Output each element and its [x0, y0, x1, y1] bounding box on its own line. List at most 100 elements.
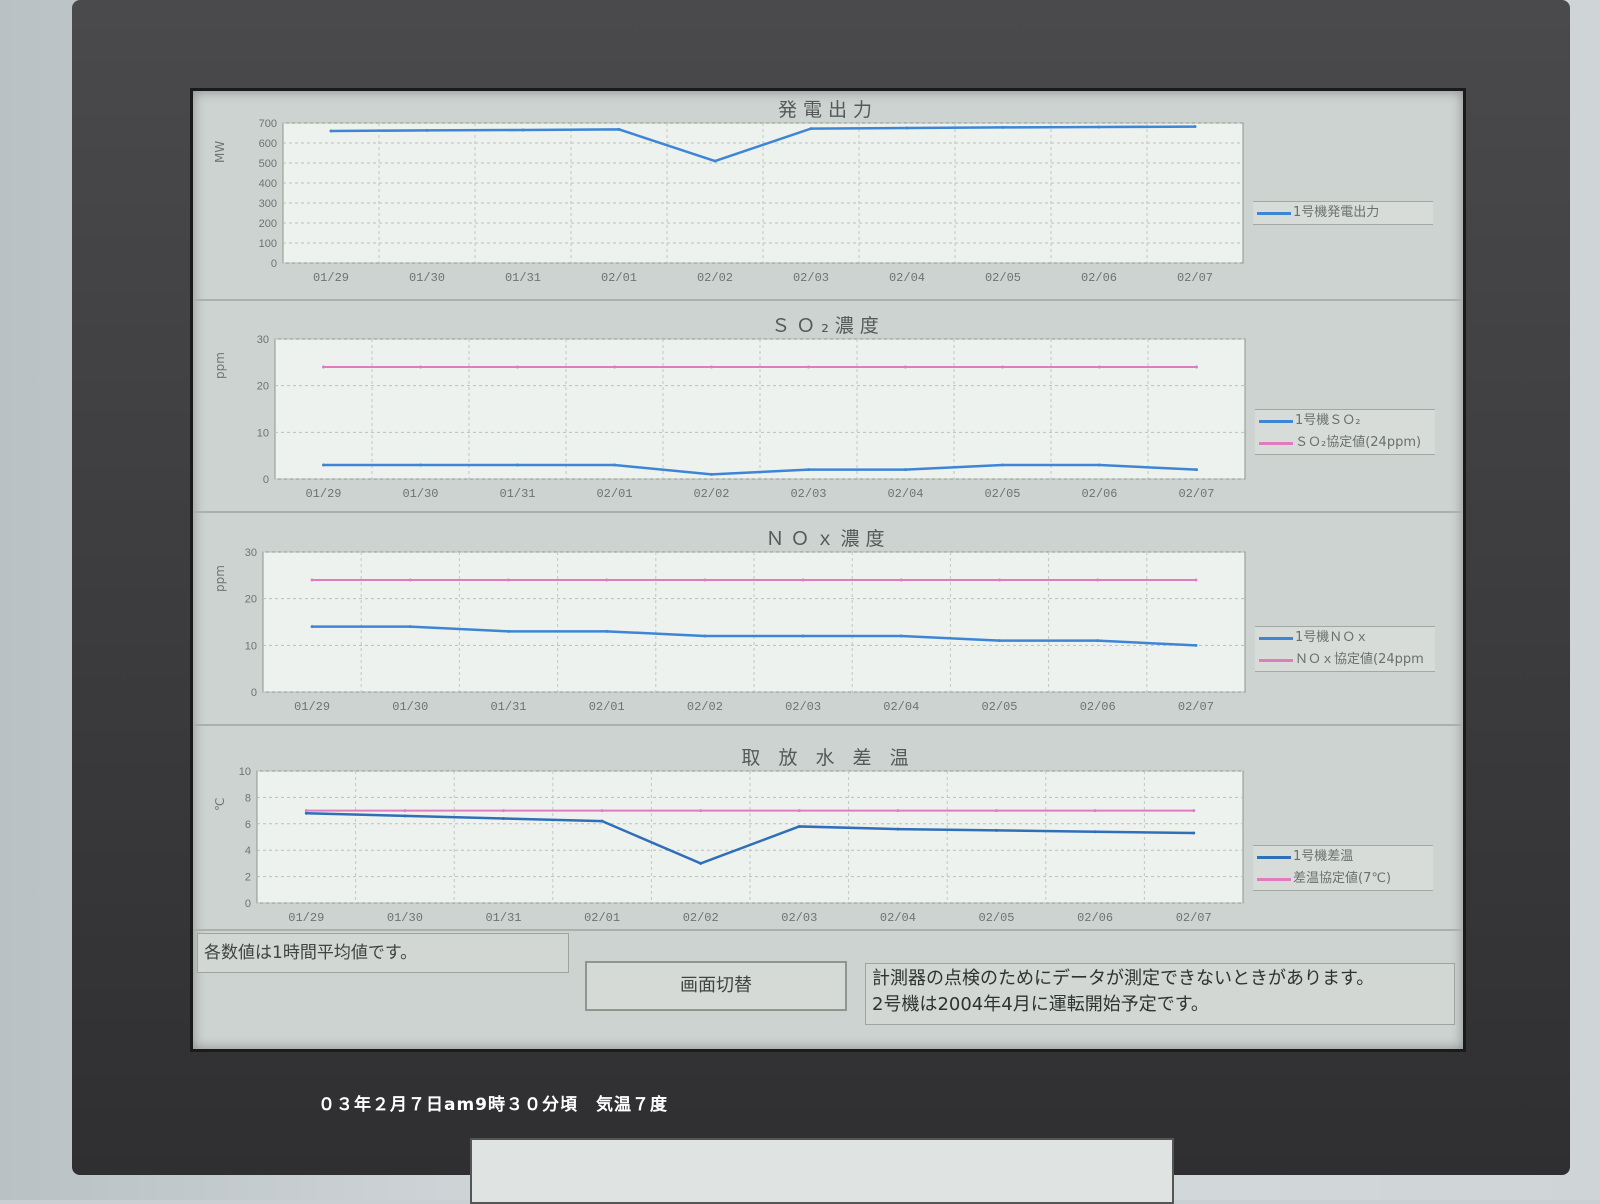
x-tick-label: 01/30 — [392, 700, 428, 714]
data-point — [310, 578, 314, 582]
data-point — [600, 809, 604, 813]
data-point — [1193, 125, 1197, 129]
y-tick-label: 20 — [257, 381, 269, 393]
data-point — [1001, 125, 1005, 129]
data-point — [419, 365, 422, 369]
data-point — [905, 126, 909, 130]
data-point — [998, 639, 1001, 643]
panel-separator — [193, 299, 1463, 301]
data-point — [904, 468, 907, 472]
y-tick-label: 30 — [245, 547, 257, 559]
data-point — [995, 828, 998, 832]
screen-switch-button[interactable]: 画面切替 — [585, 961, 847, 1011]
data-point — [713, 159, 717, 163]
data-point — [425, 128, 429, 132]
info-note-line-1: 計測器の点検のためにデータが測定できないときがあります。 — [872, 968, 1375, 989]
x-tick-label: 02/03 — [785, 700, 821, 714]
y-tick-label: 0 — [271, 258, 277, 270]
data-point — [1097, 125, 1101, 129]
x-tick-label: 02/04 — [883, 700, 919, 714]
data-point — [801, 578, 805, 582]
y-tick-label: 30 — [257, 334, 269, 346]
x-tick-label: 02/02 — [687, 700, 723, 714]
data-point — [507, 629, 510, 633]
chart-legend: 1号機ＮＯｘ ＮＯｘ協定値(24ppm — [1255, 626, 1435, 672]
x-tick-label: 02/03 — [793, 271, 829, 285]
average-note: 各数値は1時間平均値です。 — [197, 933, 569, 973]
x-tick-label: 02/07 — [1178, 700, 1214, 714]
x-tick-label: 02/05 — [985, 271, 1021, 285]
x-tick-label: 01/31 — [490, 700, 526, 714]
data-point — [710, 472, 713, 476]
legend-label: ＳＯ₂協定値(24ppm) — [1295, 435, 1422, 450]
data-point — [502, 809, 505, 813]
data-point — [403, 814, 407, 818]
legend-swatch — [1257, 212, 1291, 215]
y-tick-label: 300 — [259, 198, 277, 210]
x-tick-label: 02/07 — [1178, 487, 1214, 501]
x-tick-label: 01/29 — [288, 911, 324, 925]
data-point — [521, 128, 525, 132]
x-tick-label: 01/30 — [402, 487, 438, 501]
y-tick-label: 100 — [259, 238, 277, 250]
data-point — [1098, 463, 1101, 467]
data-point — [502, 817, 505, 821]
chart-svg: 10 8 6 4 2 0 01/29 01/30 01/31 02/01 02/02 02/03 02/… — [239, 766, 1244, 925]
x-tick-label: 01/31 — [505, 271, 541, 285]
data-point — [617, 127, 621, 131]
data-point — [1093, 809, 1097, 813]
data-point — [605, 578, 609, 582]
data-point — [329, 129, 333, 133]
data-point — [809, 127, 813, 131]
chart-panel: 取 放 水 差 温 ℃ 10 8 6 4 2 0 01/29 01/30 01/31 02/01 02/… — [193, 731, 1463, 931]
legend-label: 差温協定値(7℃) — [1293, 871, 1392, 886]
legend-swatch — [1259, 637, 1293, 640]
legend-label: 1号機ＳＯ₂ — [1295, 413, 1361, 428]
legend-label: 1号機発電出力 — [1293, 205, 1380, 220]
chart-panel: 発電出力 MW 700 600 500 400 300 200 100 0 01/29 01/30 01… — [193, 91, 1463, 301]
legend-item: 1号機ＮＯｘ — [1255, 627, 1435, 649]
y-tick-label: 700 — [259, 118, 277, 130]
data-point — [408, 578, 412, 582]
x-tick-label: 02/03 — [781, 911, 817, 925]
data-point — [1194, 643, 1198, 647]
legend-swatch — [1259, 442, 1293, 445]
data-point — [896, 809, 900, 813]
x-tick-label: 02/06 — [1080, 700, 1116, 714]
y-tick-label: 400 — [259, 178, 277, 190]
info-note: 計測器の点検のためにデータが測定できないときがあります。 2号機は2004年4月… — [865, 963, 1455, 1025]
chart-legend: 1号機差温 差温協定値(7℃) — [1253, 845, 1433, 891]
x-tick-label: 01/29 — [294, 700, 330, 714]
chart-svg: 700 600 500 400 300 200 100 0 01/29 01/30 01/31 02/… — [259, 118, 1244, 285]
x-tick-label: 02/05 — [984, 487, 1020, 501]
x-tick-label: 02/01 — [596, 487, 632, 501]
data-point — [797, 824, 801, 828]
data-point — [600, 819, 604, 823]
x-tick-label: 02/05 — [981, 700, 1017, 714]
chart-panel: ＳＯ₂濃度 ppm 30 20 10 0 01/29 01/30 01/31 02/01 02/02… — [193, 303, 1463, 513]
y-tick-label: 20 — [245, 594, 257, 606]
data-point — [516, 463, 519, 467]
data-point — [1192, 831, 1196, 835]
x-tick-label: 02/05 — [978, 911, 1014, 925]
legend-label: 1号機ＮＯｘ — [1295, 630, 1369, 645]
legend-swatch — [1259, 420, 1293, 423]
legend-swatch — [1257, 878, 1291, 881]
chart-legend: 1号機ＳＯ₂ ＳＯ₂協定値(24ppm) — [1255, 409, 1435, 455]
chart-legend: 1号機発電出力 — [1253, 201, 1433, 225]
legend-item: 1号機ＳＯ₂ — [1255, 410, 1435, 432]
data-point — [904, 365, 907, 369]
x-tick-label: 02/01 — [584, 911, 620, 925]
x-tick-label: 02/02 — [683, 911, 719, 925]
y-tick-label: 0 — [263, 474, 269, 486]
data-point — [1096, 639, 1100, 643]
lower-device-panel — [470, 1138, 1174, 1204]
panel-separator — [193, 724, 1463, 726]
chart-panel: ＮＯｘ濃度 ppm 30 20 10 0 01/29 01/30 01/31 02/01 02/02… — [193, 516, 1463, 726]
data-point — [1098, 365, 1101, 369]
x-tick-label: 02/01 — [601, 271, 637, 285]
data-point — [304, 809, 308, 813]
data-point — [699, 809, 703, 813]
x-tick-label: 02/06 — [1081, 271, 1117, 285]
legend-item: ＮＯｘ協定値(24ppm — [1255, 649, 1435, 671]
